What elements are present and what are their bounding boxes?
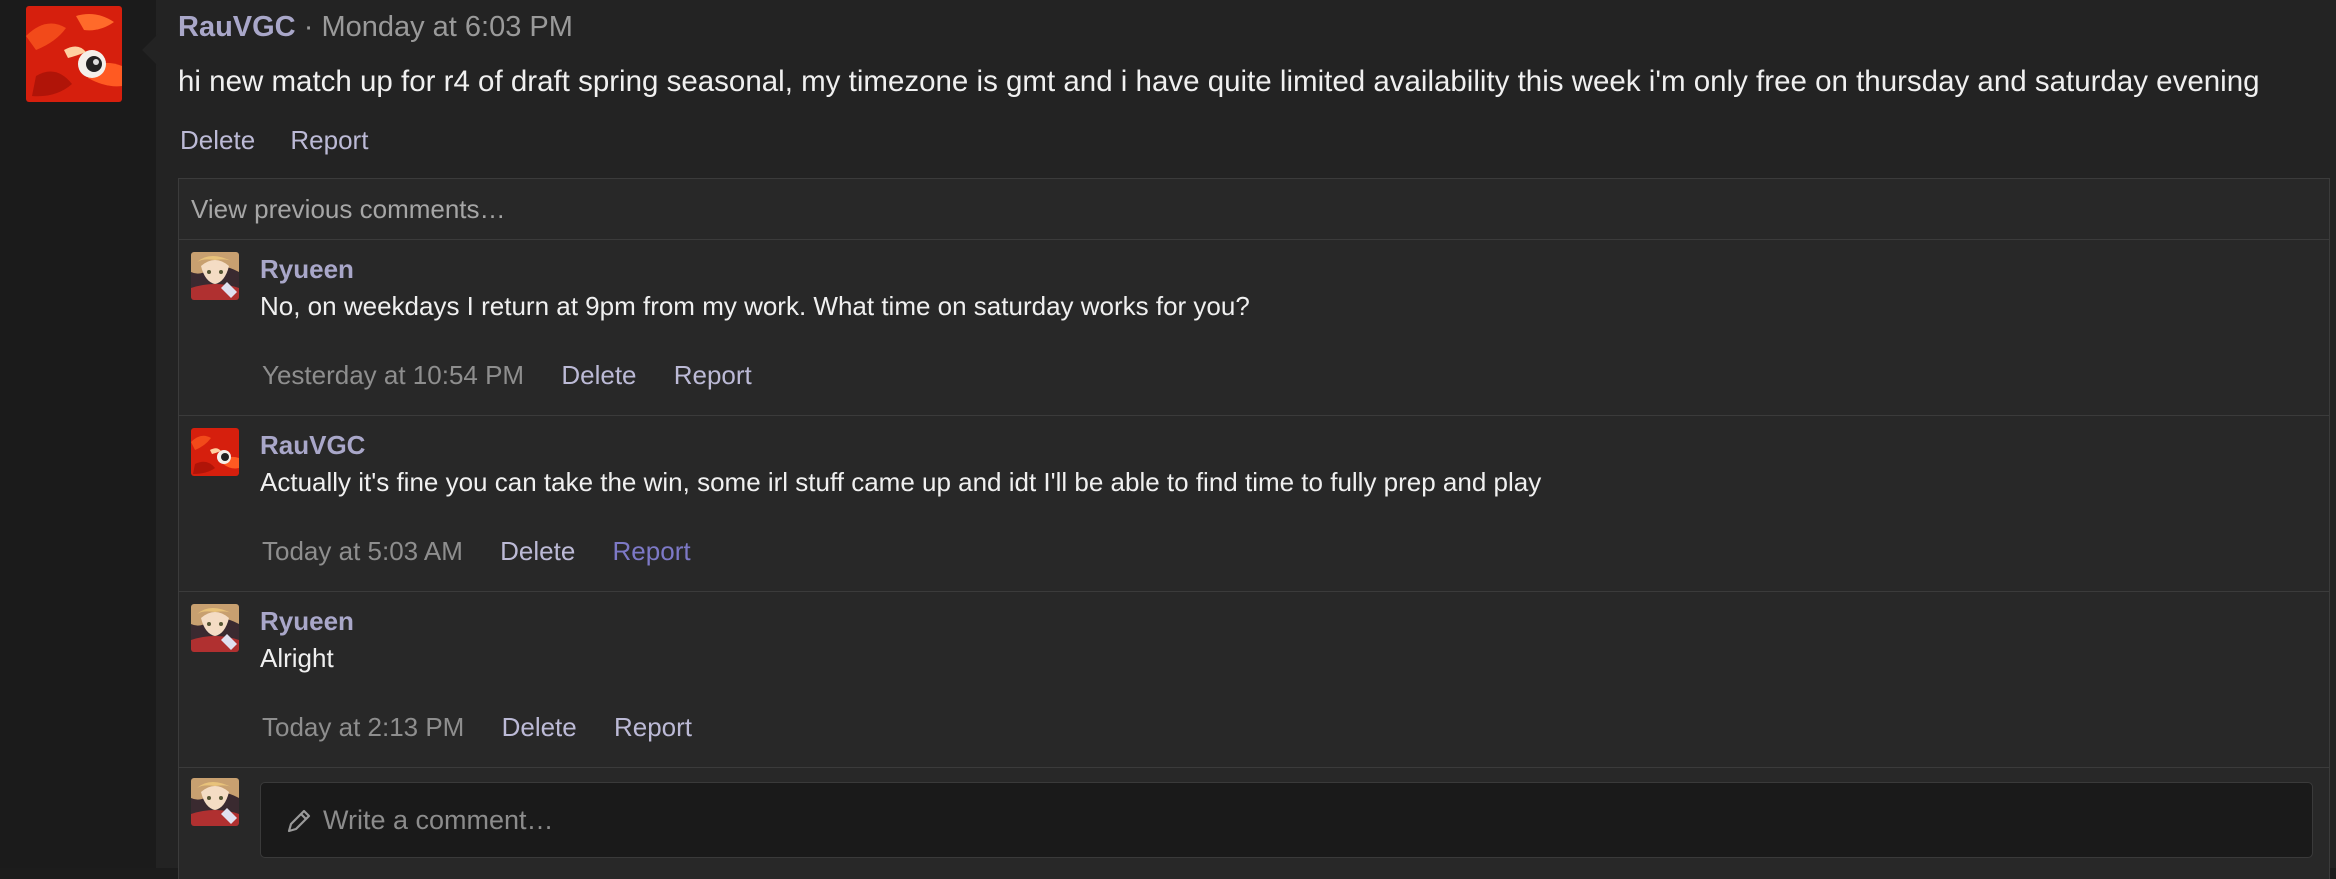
comment-username[interactable]: Ryueen bbox=[260, 606, 354, 636]
comments-box: View previous comments… Ryueen No, on we… bbox=[178, 178, 2330, 879]
comment-report-link[interactable]: Report bbox=[613, 536, 691, 566]
comment-timestamp[interactable]: Yesterday at 10:54 PM bbox=[262, 360, 524, 390]
comment-delete-link[interactable]: Delete bbox=[500, 536, 575, 566]
post-username[interactable]: RauVGC bbox=[178, 11, 296, 43]
comment-item: Ryueen Alright Today at 2:13 PM Delete R… bbox=[179, 592, 2329, 768]
post-delete-link[interactable]: Delete bbox=[180, 125, 255, 155]
comment-username[interactable]: Ryueen bbox=[260, 254, 354, 284]
view-previous-comments-link[interactable]: View previous comments… bbox=[179, 179, 2329, 240]
post-header: RauVGC · Monday at 6:03 PM bbox=[178, 10, 573, 44]
comment-delete-link[interactable]: Delete bbox=[502, 712, 577, 742]
pencil-icon bbox=[285, 807, 313, 835]
comment-report-link[interactable]: Report bbox=[674, 360, 752, 390]
comment-meta: Today at 5:03 AM Delete Report bbox=[262, 535, 721, 567]
comment-compose: Write a comment… bbox=[179, 768, 2329, 868]
post-pointer bbox=[142, 34, 158, 66]
post-timestamp[interactable]: Monday at 6:03 PM bbox=[321, 11, 572, 43]
comment-username[interactable]: RauVGC bbox=[260, 430, 365, 460]
comment-avatar[interactable] bbox=[191, 252, 239, 300]
post-body: hi new match up for r4 of draft spring s… bbox=[178, 65, 2260, 98]
poster-avatar[interactable] bbox=[26, 6, 122, 102]
comment-meta: Yesterday at 10:54 PM Delete Report bbox=[262, 359, 782, 391]
comment-input-placeholder: Write a comment… bbox=[323, 805, 554, 835]
comment-input[interactable]: Write a comment… bbox=[260, 782, 2313, 858]
comment-avatar[interactable] bbox=[191, 604, 239, 652]
comment-item: RauVGC Actually it's fine you can take t… bbox=[179, 416, 2329, 592]
post-report-link[interactable]: Report bbox=[290, 125, 368, 155]
left-gutter bbox=[0, 0, 156, 868]
compose-avatar bbox=[191, 778, 239, 826]
comment-text: No, on weekdays I return at 9pm from my … bbox=[260, 291, 1250, 321]
comment-text: Actually it's fine you can take the win,… bbox=[260, 467, 1542, 497]
comment-timestamp[interactable]: Today at 2:13 PM bbox=[262, 712, 464, 742]
comment-avatar[interactable] bbox=[191, 428, 239, 476]
comment-timestamp[interactable]: Today at 5:03 AM bbox=[262, 536, 463, 566]
comment-meta: Today at 2:13 PM Delete Report bbox=[262, 711, 722, 743]
comment-item: Ryueen No, on weekdays I return at 9pm f… bbox=[179, 240, 2329, 416]
comment-delete-link[interactable]: Delete bbox=[561, 360, 636, 390]
post-actions: Delete Report bbox=[180, 125, 396, 155]
comment-text: Alright bbox=[260, 643, 334, 673]
post-separator: · bbox=[303, 11, 314, 43]
comment-report-link[interactable]: Report bbox=[614, 712, 692, 742]
